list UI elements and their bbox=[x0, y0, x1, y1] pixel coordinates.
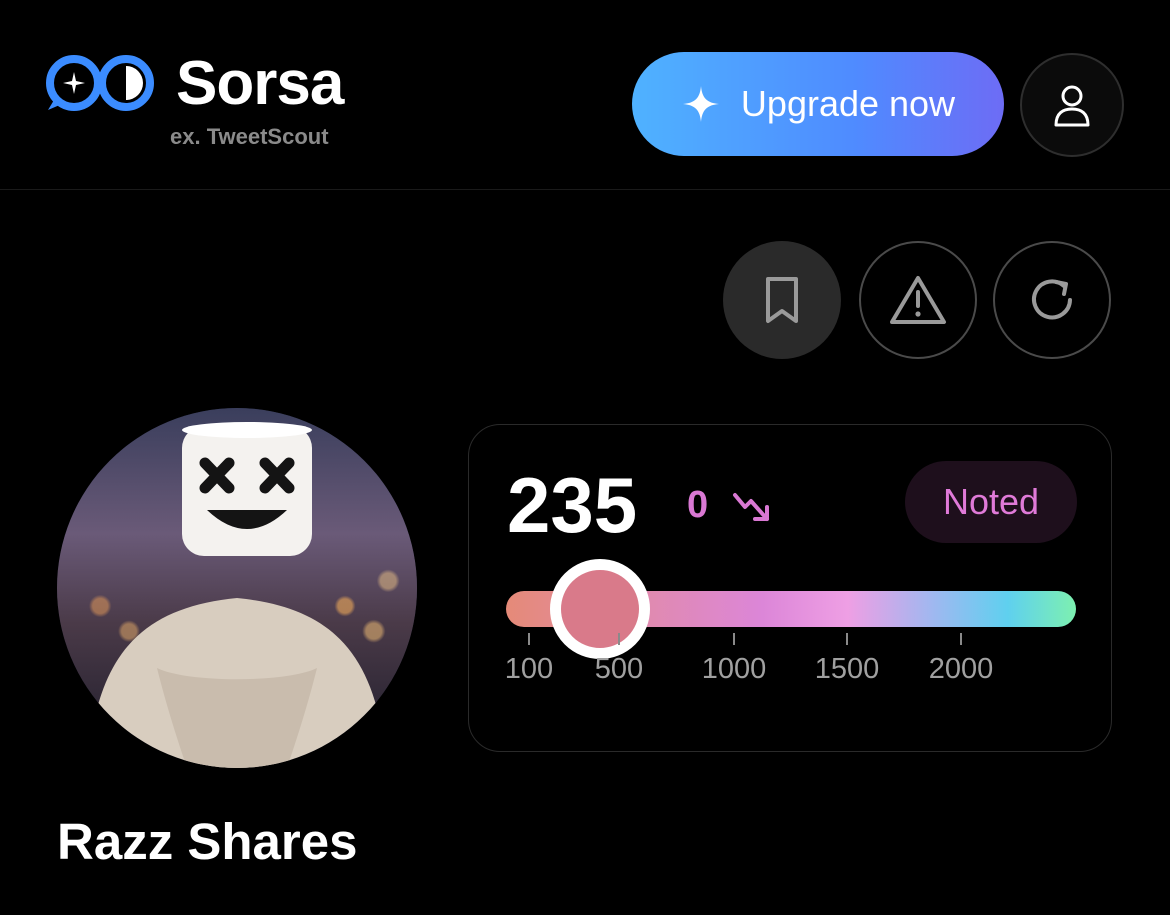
tick-label: 1500 bbox=[814, 653, 880, 685]
sorsa-logo-icon[interactable] bbox=[44, 52, 156, 114]
sparkle-icon bbox=[682, 86, 719, 122]
brand-name: Sorsa bbox=[176, 49, 344, 118]
warning-icon bbox=[890, 276, 946, 324]
tick-mark bbox=[528, 633, 530, 645]
upgrade-label: Upgrade now bbox=[740, 83, 956, 124]
tick-label: 500 bbox=[594, 653, 644, 685]
tick-mark bbox=[618, 633, 620, 645]
tick-mark bbox=[733, 633, 735, 645]
bookmark-button[interactable] bbox=[723, 241, 841, 359]
score-card: 235 0 Noted 100 500 1000 1500 2000 bbox=[468, 424, 1112, 752]
tick-mark bbox=[960, 633, 962, 645]
score-delta: 0 bbox=[687, 484, 709, 526]
tick-label: 2000 bbox=[928, 653, 994, 685]
page: Sorsa ex. TweetScout Upgrade now 235 0 N… bbox=[0, 0, 1170, 915]
bookmark-icon bbox=[766, 277, 798, 323]
brand-subtitle: ex. TweetScout bbox=[170, 124, 329, 149]
upgrade-button[interactable]: Upgrade now bbox=[632, 52, 1004, 156]
status-badge: Noted bbox=[905, 461, 1077, 543]
refresh-icon bbox=[1032, 279, 1072, 320]
score-slider-thumb[interactable] bbox=[550, 559, 650, 659]
tick-label: 100 bbox=[504, 653, 554, 685]
account-button[interactable] bbox=[1020, 53, 1124, 157]
tick-label: 1000 bbox=[701, 653, 767, 685]
user-icon bbox=[1054, 85, 1090, 127]
avatar bbox=[57, 408, 417, 768]
profile-display-name: Razz Shares bbox=[57, 813, 358, 870]
header: Sorsa ex. TweetScout Upgrade now bbox=[0, 0, 1170, 190]
tick-mark bbox=[846, 633, 848, 645]
score-value: 235 bbox=[507, 461, 638, 549]
report-button[interactable] bbox=[859, 241, 977, 359]
refresh-button[interactable] bbox=[993, 241, 1111, 359]
marshmello-head-icon bbox=[87, 422, 387, 768]
trend-down-icon bbox=[733, 493, 769, 521]
